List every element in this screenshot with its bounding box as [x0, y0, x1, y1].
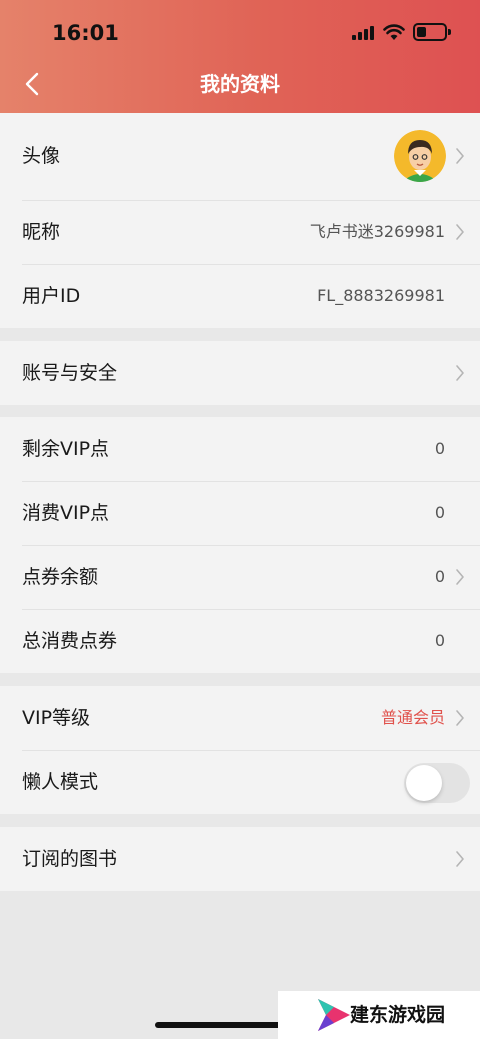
- chevron-right-icon: [456, 851, 464, 867]
- chevron-right-icon: [456, 710, 464, 726]
- lazy-mode-label: 懒人模式: [22, 771, 99, 793]
- nickname-label: 昵称: [22, 221, 61, 243]
- vip-level-value: 普通会员: [380, 708, 445, 727]
- nickname-row[interactable]: 昵称 飞卢书迷3269981: [0, 200, 480, 264]
- coupon-balance-row[interactable]: 点券余额 0: [0, 545, 480, 609]
- spent-vip-value: 0: [434, 503, 445, 522]
- chevron-right-icon: [456, 148, 464, 164]
- avatar-row[interactable]: 头像: [0, 113, 480, 200]
- status-bar: 16:01: [0, 0, 480, 62]
- coupon-balance-value: 0: [434, 567, 445, 586]
- watermark-text: 建东游戏园: [350, 1004, 446, 1026]
- page-title: 我的资料: [200, 72, 280, 96]
- vip-level-label: VIP等级: [22, 707, 91, 729]
- user-id-value: FL_8883269981: [317, 286, 445, 305]
- account-security-row[interactable]: 账号与安全: [0, 341, 480, 405]
- battery-icon: [413, 23, 451, 41]
- user-id-label: 用户ID: [22, 285, 81, 307]
- subscriptions-group: 订阅的图书: [0, 827, 480, 891]
- chevron-right-icon: [456, 365, 464, 381]
- total-coupon-row: 总消费点券 0: [0, 609, 480, 673]
- subscribed-books-label: 订阅的图书: [22, 848, 118, 870]
- remaining-vip-row: 剩余VIP点 0: [0, 417, 480, 481]
- status-time: 16:01: [52, 21, 119, 45]
- spent-vip-label: 消费VIP点: [22, 502, 110, 524]
- chevron-right-icon: [456, 569, 464, 585]
- user-id-row: 用户ID FL_8883269981: [0, 264, 480, 328]
- total-coupon-label: 总消费点券: [22, 630, 118, 652]
- subscribed-books-row[interactable]: 订阅的图书: [0, 827, 480, 891]
- header-bar: 16:01 我的资料: [0, 0, 480, 113]
- account-group: 账号与安全: [0, 341, 480, 405]
- spent-vip-row: 消费VIP点 0: [0, 481, 480, 545]
- avatar-label: 头像: [22, 145, 61, 167]
- lazy-mode-toggle[interactable]: [404, 763, 470, 803]
- lazy-mode-row: 懒人模式: [0, 750, 480, 814]
- remaining-vip-label: 剩余VIP点: [22, 438, 110, 460]
- chevron-right-icon: [456, 224, 464, 240]
- profile-group: 头像 昵称 飞卢书迷3269981 用户ID FL_8883269981: [0, 113, 480, 328]
- vip-level-row[interactable]: VIP等级 普通会员: [0, 686, 480, 750]
- watermark-logo-icon: [318, 999, 350, 1031]
- toggle-knob: [406, 765, 442, 801]
- watermark: 建东游戏园: [278, 991, 480, 1039]
- nickname-value: 飞卢书迷3269981: [309, 222, 445, 241]
- account-security-label: 账号与安全: [22, 362, 118, 384]
- total-coupon-value: 0: [434, 631, 445, 650]
- avatar[interactable]: [394, 130, 446, 182]
- vip-points-group: 剩余VIP点 0 消费VIP点 0 点券余额 0 总消费点券 0: [0, 417, 480, 673]
- wifi-icon: [383, 24, 405, 40]
- coupon-balance-label: 点券余额: [22, 566, 99, 588]
- vip-settings-group: VIP等级 普通会员 懒人模式: [0, 686, 480, 814]
- remaining-vip-value: 0: [434, 439, 445, 458]
- cellular-signal-icon: [352, 26, 376, 40]
